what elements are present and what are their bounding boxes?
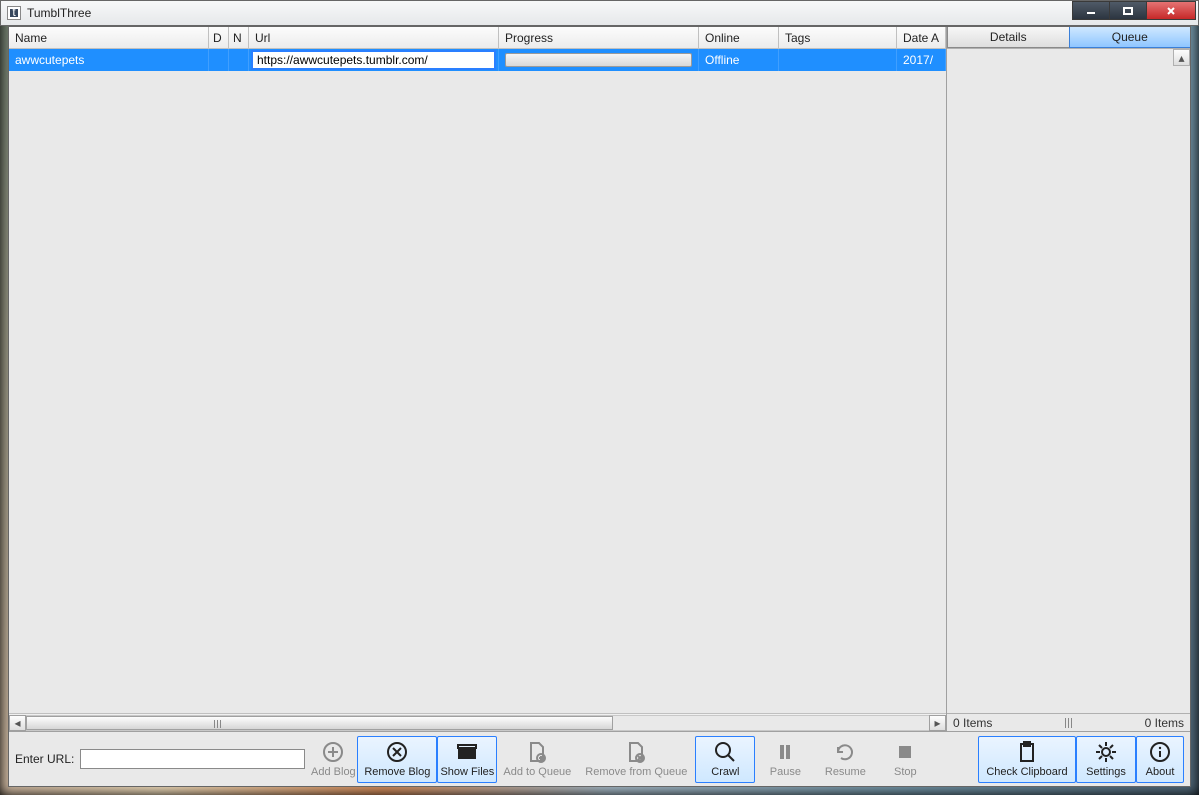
col-progress[interactable]: Progress <box>499 27 699 48</box>
scroll-left-button[interactable]: ◂ <box>9 715 26 731</box>
cell-n <box>229 49 249 71</box>
scroll-up-button[interactable]: ▴ <box>1173 49 1190 66</box>
tab-queue[interactable]: Queue <box>1069 27 1190 48</box>
cell-url[interactable] <box>249 49 499 71</box>
window-title: TumblThree <box>27 6 91 20</box>
side-panel: Details Queue ▴ 0 Items 0 Items <box>947 27 1190 731</box>
enter-url-label: Enter URL: <box>15 752 74 766</box>
app-icon: t <box>7 6 21 20</box>
enter-url-input[interactable] <box>80 749 305 769</box>
stop-icon <box>893 740 917 764</box>
cell-d <box>209 49 229 71</box>
col-date[interactable]: Date A <box>897 27 946 48</box>
resume-button[interactable]: Resume <box>815 736 875 783</box>
search-icon <box>713 740 737 764</box>
titlebar[interactable]: t TumblThree <box>0 0 1199 26</box>
queue-body: ▴ <box>947 49 1190 713</box>
add-to-queue-button[interactable]: Add to Queue <box>497 736 577 783</box>
check-clipboard-button[interactable]: Check Clipboard <box>978 736 1076 783</box>
doc-x-icon <box>624 740 648 764</box>
add-blog-button[interactable]: Add Blog <box>309 736 357 783</box>
queue-status: 0 Items 0 Items <box>947 713 1190 731</box>
show-files-button[interactable]: Show Files <box>437 736 497 783</box>
crawl-button[interactable]: Crawl <box>695 736 755 783</box>
clipboard-icon <box>1015 740 1039 764</box>
bottom-toolbar: Enter URL: Add Blog Remove Blog Show Fil… <box>9 731 1190 786</box>
gear-icon <box>1094 740 1118 764</box>
refresh-icon <box>833 740 857 764</box>
queue-status-right: 0 Items <box>1145 716 1184 730</box>
scroll-track[interactable] <box>26 715 929 731</box>
close-button[interactable] <box>1146 1 1196 20</box>
stop-button[interactable]: Stop <box>875 736 935 783</box>
info-icon <box>1148 740 1172 764</box>
folder-icon <box>455 740 479 764</box>
pause-icon <box>773 740 797 764</box>
url-edit-input[interactable] <box>252 51 495 69</box>
scroll-thumb[interactable] <box>26 716 613 730</box>
remove-blog-button[interactable]: Remove Blog <box>357 736 437 783</box>
cell-tags <box>779 49 897 71</box>
plus-circle-icon <box>321 740 345 764</box>
col-online[interactable]: Online <box>699 27 779 48</box>
about-button[interactable]: About <box>1136 736 1184 783</box>
minimize-button[interactable] <box>1072 1 1110 20</box>
col-name[interactable]: Name <box>9 27 209 48</box>
blog-grid[interactable]: Name D N Url Progress Online Tags Date A… <box>9 27 947 731</box>
grip-icon <box>1061 718 1077 728</box>
v-scrollbar[interactable]: ▴ <box>1173 49 1190 713</box>
cell-progress <box>499 49 699 71</box>
maximize-button[interactable] <box>1109 1 1147 20</box>
cell-name: awwcutepets <box>9 49 209 71</box>
x-circle-icon <box>385 740 409 764</box>
queue-status-left: 0 Items <box>953 716 992 730</box>
cell-date: 2017/ <box>897 49 946 71</box>
doc-plus-icon <box>525 740 549 764</box>
progress-bar <box>505 53 692 67</box>
col-url[interactable]: Url <box>249 27 499 48</box>
settings-button[interactable]: Settings <box>1076 736 1136 783</box>
grid-header: Name D N Url Progress Online Tags Date A <box>9 27 946 49</box>
cell-online: Offline <box>699 49 779 71</box>
col-n[interactable]: N <box>229 27 249 48</box>
tab-details[interactable]: Details <box>947 27 1069 48</box>
h-scrollbar[interactable]: ◂ ▸ <box>9 713 946 731</box>
pause-button[interactable]: Pause <box>755 736 815 783</box>
col-tags[interactable]: Tags <box>779 27 897 48</box>
table-row[interactable]: awwcutepets Offline 2017/ <box>9 49 946 71</box>
col-d[interactable]: D <box>209 27 229 48</box>
scroll-right-button[interactable]: ▸ <box>929 715 946 731</box>
remove-from-queue-button[interactable]: Remove from Queue <box>577 736 695 783</box>
